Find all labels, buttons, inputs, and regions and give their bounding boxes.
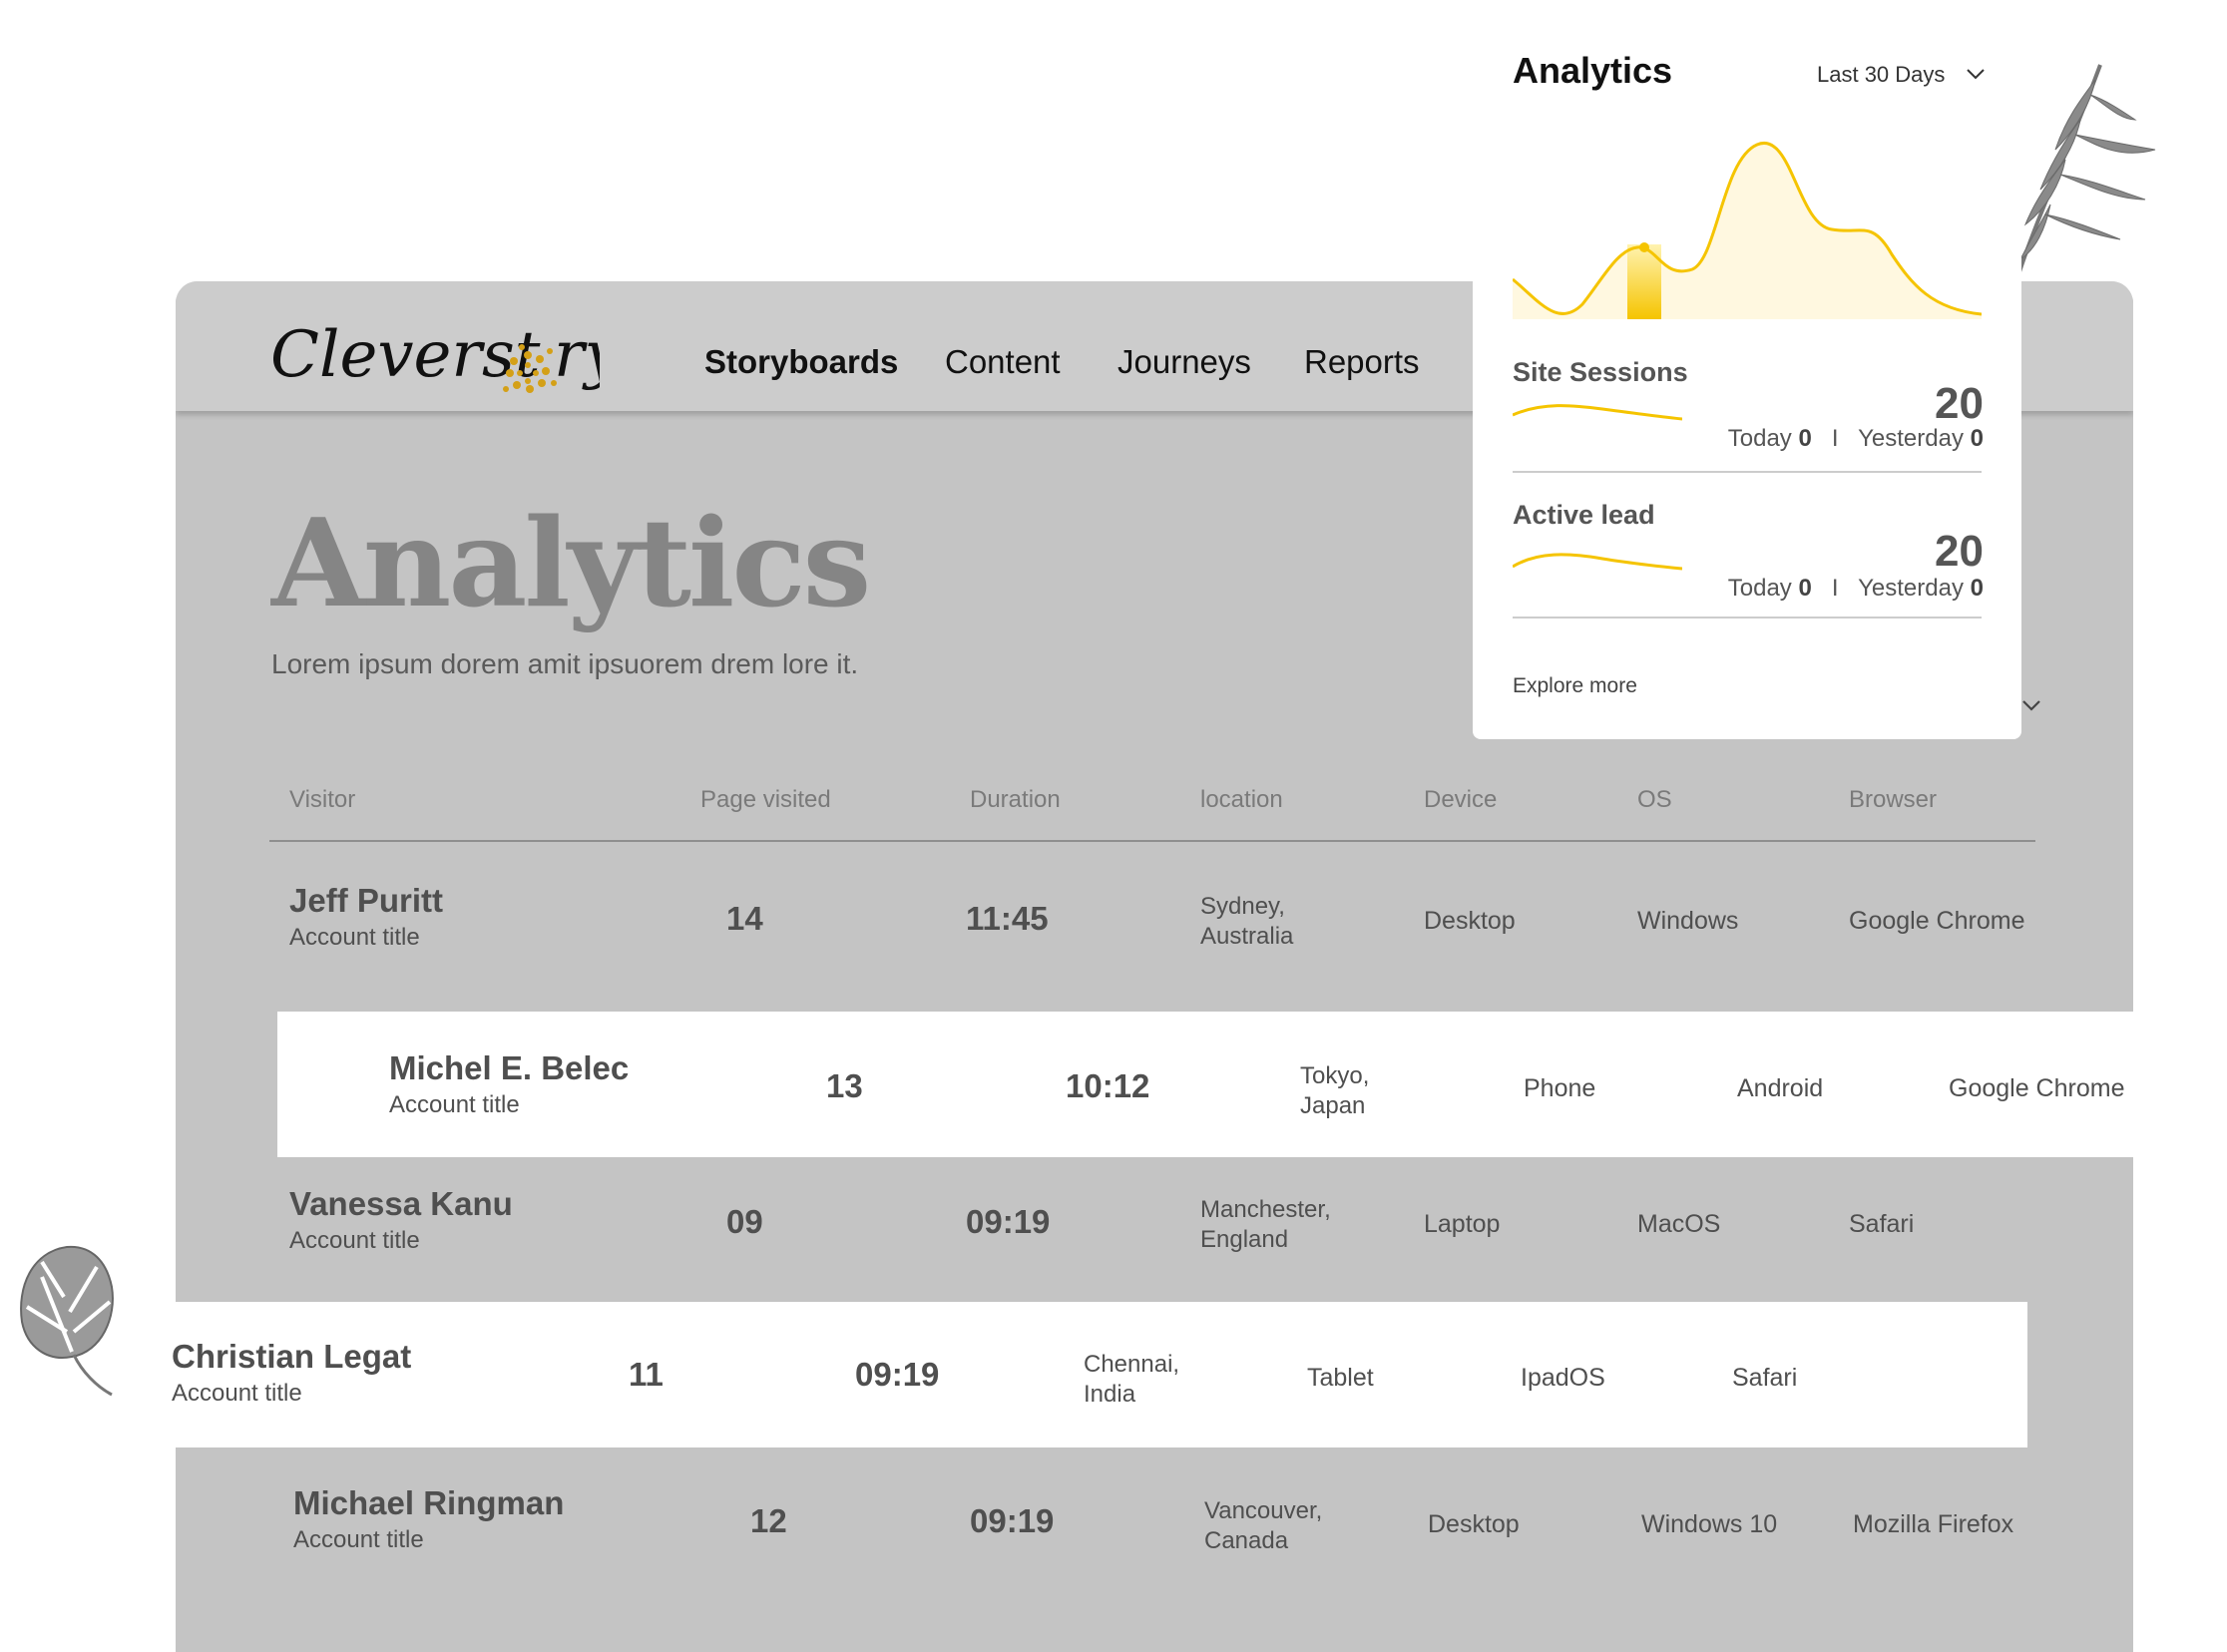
yesterday-label: Yesterday [1858,425,1964,452]
visitor-account: Account title [289,1227,420,1254]
table-row[interactable]: Vanessa Kanu Account title 09 09:19 Manc… [269,1159,2035,1305]
page-title: Analytics [271,491,871,634]
pages-visited: 14 [726,900,763,937]
browser: Google Chrome [1849,907,2025,935]
visitor-account: Account title [389,1091,520,1118]
visitor-name[interactable]: Michel E. Belec [389,1049,629,1087]
metric-value: 20 [1935,379,1984,428]
svg-text:ry: ry [554,318,600,392]
monstera-leaf-icon [20,1245,114,1397]
metric-label: Site Sessions [1513,357,1688,387]
device: Laptop [1424,1210,1501,1238]
column-header-visitor[interactable]: Visitor [289,786,355,814]
metric-breakdown: Today 0 I Yesterday 0 [1728,425,1984,453]
browser: Safari [1849,1210,1915,1238]
table-row[interactable]: Michael Ringman Account title 12 09:19 V… [269,1448,2035,1594]
pages-visited: 11 [629,1356,664,1393]
column-header-browser[interactable]: Browser [1849,786,1937,814]
yesterday-value: 0 [1970,425,1984,452]
visitor-name[interactable]: Vanessa Kanu [289,1185,513,1223]
sessions-sparkline [1513,404,1682,421]
visitor-account: Account title [172,1380,302,1407]
table-row-highlighted[interactable]: Michel E. Belec Account title 13 10:12 T… [277,1012,2133,1157]
nav-storyboards[interactable]: Storyboards [704,343,898,381]
os: MacOS [1637,1210,1721,1238]
today-label: Today [1727,425,1792,452]
visitor-name[interactable]: Jeff Puritt [289,882,443,920]
location: Sydney, Australia [1200,893,1294,950]
device: Desktop [1428,1510,1520,1538]
divider [1513,617,1982,619]
sessions-area-chart [1513,141,1982,319]
metric-value: 20 [1935,527,1984,576]
pages-visited: 13 [826,1067,863,1104]
visitor-name[interactable]: Michael Ringman [293,1484,564,1522]
os: IpadOS [1521,1364,1605,1392]
page-subtitle: Lorem ipsum dorem amit ipsuorem drem lor… [271,648,859,679]
duration: 09:19 [855,1356,940,1393]
svg-text:Cleverst: Cleverst [270,318,541,392]
browser: Google Chrome [1949,1074,2125,1102]
date-range-dropdown[interactable]: Last 30 Days [1817,62,1945,88]
leads-sparkline [1513,553,1682,571]
duration: 11:45 [966,900,1049,937]
device: Tablet [1307,1364,1374,1392]
browser: Safari [1732,1364,1798,1392]
duration: 10:12 [1066,1067,1150,1104]
os: Windows 10 [1641,1510,1778,1538]
table-row[interactable]: Jeff Puritt Account title 14 11:45 Sydne… [269,860,2035,1006]
palm-leaf-icon [2013,64,2156,285]
visitor-account: Account title [289,924,420,951]
nav-journeys[interactable]: Journeys [1117,343,1251,381]
duration: 09:19 [966,1203,1051,1240]
today-value: 0 [1798,425,1812,452]
browser: Mozilla Firefox [1853,1510,2014,1538]
device: Phone [1524,1074,1596,1102]
separator: I [1831,425,1839,452]
separator: I [1831,575,1839,602]
device: Desktop [1424,907,1516,935]
chevron-down-icon[interactable] [1966,68,1986,80]
divider [1513,471,1982,473]
explore-more-link[interactable]: Explore more [1513,674,1637,698]
location: Tokyo, Japan [1300,1062,1370,1119]
table-header: Visitor Page visited Duration location D… [269,776,2035,842]
table-row-highlighted[interactable]: Christian Legat Account title 11 09:19 C… [172,1302,2027,1447]
today-label: Today [1727,575,1792,602]
os: Windows [1637,907,1739,935]
visitor-account: Account title [293,1526,424,1553]
analytics-card: Analytics Last 30 Days Site Sessions 20 … [1473,0,2021,739]
os: Android [1737,1074,1824,1102]
location: Chennai, India [1084,1351,1180,1408]
metric-label: Active lead [1513,500,1655,530]
location: Vancouver, Canada [1204,1497,1323,1554]
visitor-name[interactable]: Christian Legat [172,1338,411,1376]
pages-visited: 09 [726,1203,763,1240]
today-value: 0 [1798,575,1812,602]
duration: 09:19 [970,1502,1055,1539]
chevron-down-icon[interactable] [2021,698,2041,712]
cleverstory-logo[interactable]: Cleverst ry [270,311,600,401]
column-header-duration[interactable]: Duration [970,786,1061,814]
yesterday-label: Yesterday [1858,575,1964,602]
nav-content[interactable]: Content [945,343,1061,381]
column-header-os[interactable]: OS [1637,786,1672,814]
column-header-page-visited[interactable]: Page visited [700,786,831,814]
yesterday-value: 0 [1970,575,1984,602]
metric-breakdown: Today 0 I Yesterday 0 [1728,575,1984,603]
nav-reports[interactable]: Reports [1304,343,1420,381]
location: Manchester, England [1200,1196,1331,1253]
pages-visited: 12 [750,1502,787,1539]
card-title: Analytics [1513,50,1673,91]
column-header-device[interactable]: Device [1424,786,1497,814]
column-header-location[interactable]: location [1200,786,1283,814]
